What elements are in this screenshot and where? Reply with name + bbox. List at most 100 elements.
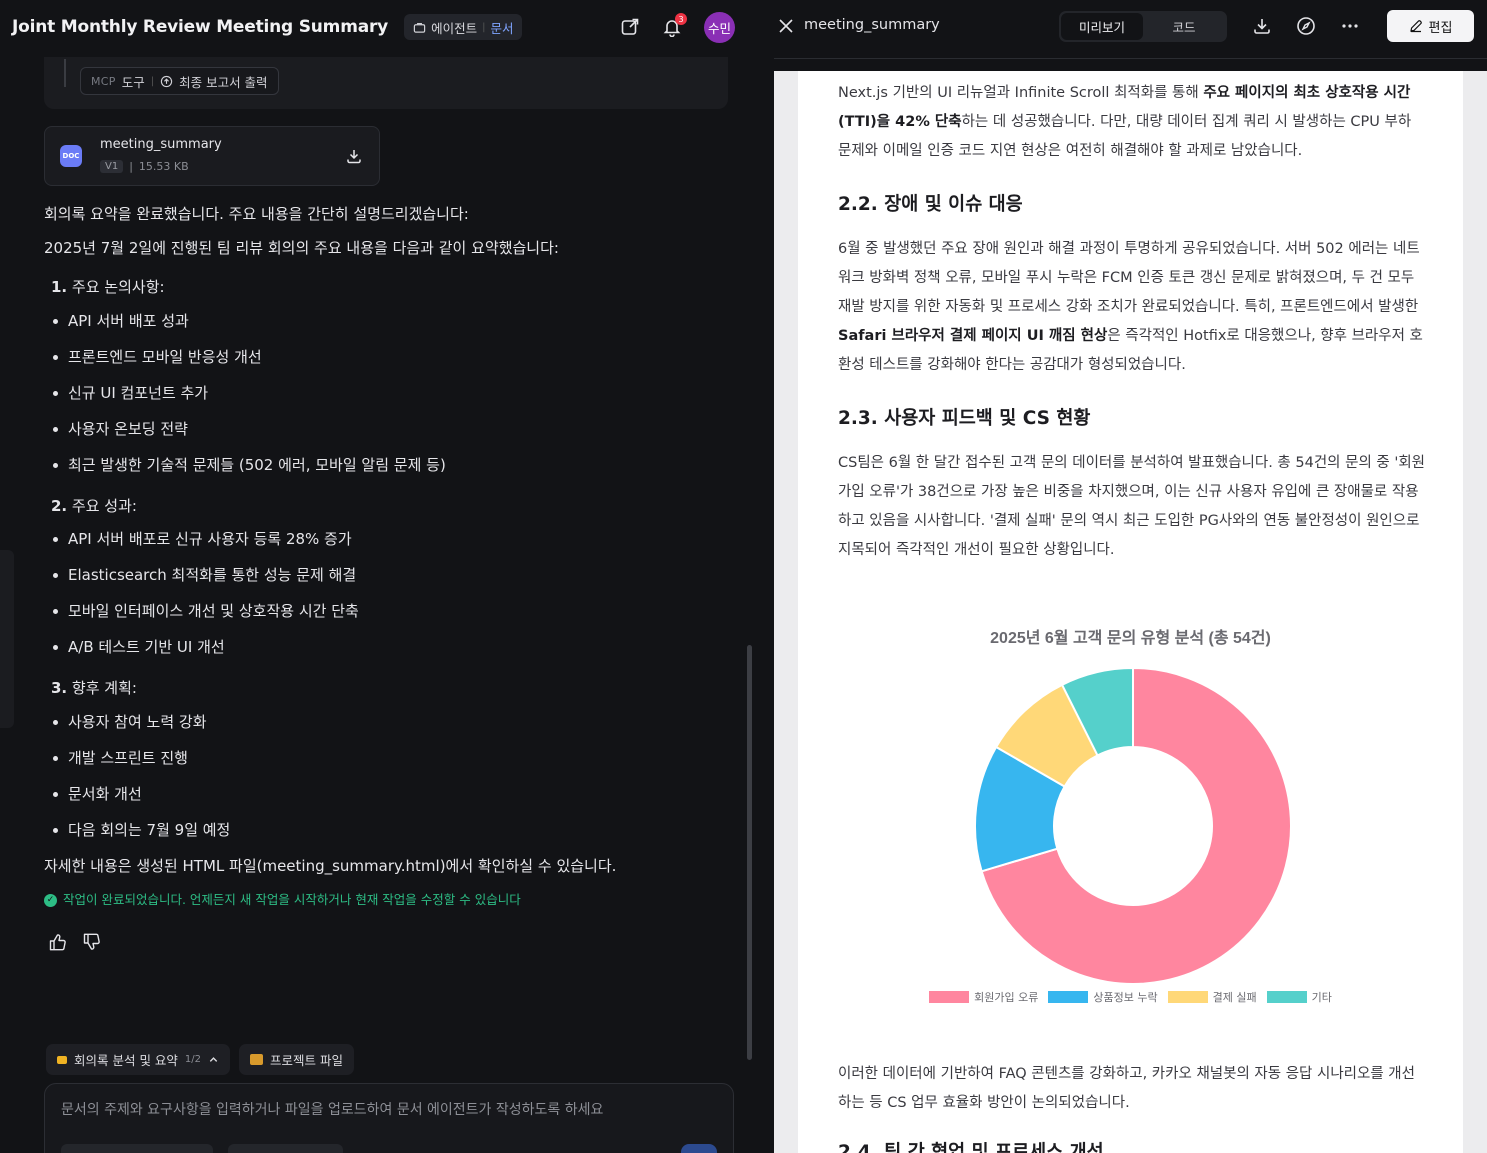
list-item: API 서버 배포로 신규 사용자 등록 28% 증가 bbox=[44, 528, 724, 564]
folder-icon bbox=[250, 1054, 264, 1065]
legend-item[interactable]: 기타 bbox=[1266, 989, 1332, 1005]
avatar[interactable]: 수민 bbox=[704, 11, 735, 43]
tab-preview[interactable]: 미리보기 bbox=[1061, 13, 1143, 40]
chart-title: 2025년 6월 고객 문의 유형 분석 (총 54건) bbox=[990, 630, 1271, 647]
prompt-input[interactable]: 문서의 주제와 요구사항을 입력하거나 파일을 업로드하여 문서 에이전트가 작… bbox=[61, 1099, 603, 1119]
doc-heading: 2.3. 사용자 피드백 및 CS 현황 bbox=[838, 408, 1091, 429]
check-circle-icon: ✓ bbox=[44, 893, 57, 907]
message-intro: 회의록 요약을 완료했습니다. 주요 내용을 간단히 설명드리겠습니다: bbox=[44, 205, 469, 223]
document-viewport[interactable]: Next.js 기반의 UI 리뉴얼과 Infinite Scroll 최적화를… bbox=[774, 71, 1487, 1153]
chat-header: Joint Monthly Review Meeting Summary 에이전… bbox=[0, 0, 755, 54]
edit-button[interactable]: 편집 bbox=[1387, 10, 1474, 42]
tool-action-label: 최종 보고서 출력 bbox=[179, 74, 268, 90]
file-card[interactable]: DOC meeting_summary V1 | 15.53 KB bbox=[44, 126, 380, 186]
notification-bell-icon[interactable]: 3 bbox=[662, 13, 687, 37]
task-chip-label: 회의록 분석 및 요약 bbox=[74, 1053, 178, 1068]
list-item: 사용자 온보딩 전략 bbox=[44, 418, 724, 454]
task-icon bbox=[57, 1055, 67, 1064]
doc-paragraph: 이러한 데이터에 기반하여 FAQ 콘텐츠를 강화하고, 카카오 채널봇의 자동… bbox=[838, 1066, 1415, 1111]
tab-code[interactable]: 코드 bbox=[1143, 13, 1225, 40]
chip-separator: | bbox=[150, 75, 155, 87]
list-item: 사용자 참여 노력 강화 bbox=[44, 711, 724, 747]
section-list: API 서버 배포 성과 프론트엔드 모바일 반응성 개선 신규 UI 컴포넌트… bbox=[44, 310, 724, 490]
status-text: 작업이 완료되었습니다. 언제든지 새 작업을 시작하거나 현재 작업을 수정할… bbox=[63, 892, 521, 907]
section-heading: 1. 주요 논의사항: bbox=[51, 278, 165, 296]
section-list: 사용자 참여 노력 강화 개발 스프린트 진행 문서화 개선 다음 회의는 7월… bbox=[44, 711, 724, 855]
file-size: 15.53 KB bbox=[138, 160, 189, 173]
list-item: 모바일 인터페이스 개선 및 상호작용 시간 단축 bbox=[44, 600, 724, 636]
project-files-chip[interactable]: 프로젝트 파일 bbox=[239, 1044, 354, 1075]
file-meta: V1 | 15.53 KB bbox=[100, 160, 189, 173]
list-item: 다음 회의는 7월 9일 예정 bbox=[44, 819, 724, 855]
message-intro-2: 2025년 7월 2일에 진행된 팀 리뷰 회의의 주요 내용을 다음과 같이 … bbox=[44, 238, 559, 257]
close-icon[interactable] bbox=[778, 17, 794, 39]
list-item: 문서화 개선 bbox=[44, 783, 724, 819]
list-item: 프론트엔드 모바일 반응성 개선 bbox=[44, 346, 724, 382]
thumbs-down-icon[interactable] bbox=[82, 932, 102, 959]
list-item: Elasticsearch 최적화를 통한 성능 문제 해결 bbox=[44, 564, 724, 600]
legend-label: 결제 실패 bbox=[1212, 991, 1257, 1004]
agent-type-chip[interactable]: 에이전트 | 문서 bbox=[404, 14, 523, 40]
legend-item[interactable]: 회원가입 오류 bbox=[929, 989, 1038, 1005]
agent-label: 에이전트 bbox=[431, 20, 478, 36]
task-chip[interactable]: 회의록 분석 및 요약 1/2 bbox=[46, 1044, 231, 1075]
edit-label: 편집 bbox=[1428, 20, 1453, 36]
agent-type-label: 문서 bbox=[490, 20, 514, 36]
legend-swatch bbox=[1167, 991, 1208, 1003]
meta-separator: | bbox=[129, 160, 133, 173]
completion-status: ✓ 작업이 완료되었습니다. 언제든지 새 작업을 시작하거나 현재 작업을 수… bbox=[44, 891, 724, 910]
legend-item[interactable]: 결제 실패 bbox=[1167, 989, 1257, 1005]
doc-heading: 2.2. 장애 및 이슈 대응 bbox=[838, 194, 1023, 215]
header-divider bbox=[774, 58, 1487, 59]
legend-swatch bbox=[1266, 991, 1307, 1003]
notification-badge: 3 bbox=[675, 13, 687, 25]
preview-panel: meeting_summary 미리보기 코드 편집 Next.js 기반의 U… bbox=[755, 0, 1487, 1153]
list-item: 개발 스프린트 진행 bbox=[44, 747, 724, 783]
input-option-button[interactable] bbox=[61, 1144, 213, 1153]
download-icon[interactable] bbox=[1252, 16, 1272, 40]
export-icon bbox=[160, 75, 173, 87]
task-count: 1/2 bbox=[184, 1054, 202, 1065]
section-list: API 서버 배포로 신규 사용자 등록 28% 증가 Elasticsearc… bbox=[44, 528, 724, 672]
file-name: meeting_summary bbox=[100, 137, 222, 152]
thumbs-up-icon[interactable] bbox=[48, 932, 68, 959]
tool-step-chip[interactable]: MCP 도구 | 최종 보고서 출력 bbox=[80, 67, 279, 95]
donut-chart bbox=[974, 666, 1292, 985]
legend-swatch bbox=[929, 991, 970, 1003]
section-heading: 2. 주요 성과: bbox=[51, 496, 137, 515]
doc-heading: 2.4. 팀 간 협업 및 프로세스 개선 bbox=[838, 1142, 1104, 1153]
doc-paragraph: 6월 중 발생했던 주요 장애 원인과 해결 과정이 투명하게 공유되었습니다.… bbox=[838, 241, 1423, 373]
send-button[interactable] bbox=[681, 1144, 717, 1153]
prompt-input-box[interactable]: 문서의 주제와 요구사항을 입력하거나 파일을 업로드하여 문서 에이전트가 작… bbox=[44, 1083, 734, 1153]
list-item: 최근 발생한 기술적 문제들 (502 에러, 모바일 알림 문제 등) bbox=[44, 454, 724, 490]
doc-paragraph: CS팀은 6월 한 달간 접수된 고객 문의 데이터를 분석하여 발표했습니다.… bbox=[838, 455, 1426, 558]
view-toggle: 미리보기 코드 bbox=[1059, 11, 1227, 42]
compass-icon[interactable] bbox=[1296, 16, 1316, 40]
briefcase-icon bbox=[413, 22, 426, 33]
legend-item[interactable]: 상품정보 누락 bbox=[1048, 989, 1158, 1005]
preview-file-name: meeting_summary bbox=[804, 17, 940, 33]
side-drawer-handle[interactable] bbox=[0, 550, 14, 728]
doc-file-icon: DOC bbox=[60, 145, 82, 167]
share-icon[interactable] bbox=[620, 17, 640, 37]
tool-step-box: MCP 도구 | 최종 보고서 출력 bbox=[44, 57, 728, 109]
page-title: Joint Monthly Review Meeting Summary bbox=[12, 17, 389, 37]
chart-legend: 회원가입 오류 상품정보 누락 결제 실패 기타 bbox=[798, 989, 1463, 1005]
legend-label: 상품정보 누락 bbox=[1093, 991, 1158, 1004]
feedback-buttons bbox=[44, 932, 724, 959]
tool-label: 도구 bbox=[121, 74, 145, 90]
input-option-button[interactable] bbox=[228, 1144, 343, 1153]
legend-label: 기타 bbox=[1311, 991, 1332, 1004]
context-chips: 회의록 분석 및 요약 1/2 프로젝트 파일 bbox=[46, 1044, 354, 1075]
legend-label: 회원가입 오류 bbox=[974, 991, 1039, 1004]
document-page: Next.js 기반의 UI 리뉴얼과 Infinite Scroll 최적화를… bbox=[798, 71, 1463, 1153]
doc-paragraph: Next.js 기반의 UI 리뉴얼과 Infinite Scroll 최적화를… bbox=[838, 85, 1412, 159]
chat-scrollbar[interactable] bbox=[747, 645, 752, 1060]
download-icon[interactable] bbox=[345, 147, 363, 169]
pencil-icon bbox=[1409, 20, 1422, 33]
file-version: V1 bbox=[100, 160, 124, 173]
assistant-message: 회의록 요약을 완료했습니다. 주요 내용을 간단히 설명드리겠습니다: 202… bbox=[44, 203, 724, 958]
more-options-icon[interactable] bbox=[1340, 16, 1360, 40]
chip-separator: | bbox=[482, 21, 486, 33]
message-closing: 자세한 내용은 생성된 HTML 파일(meeting_summary.html… bbox=[44, 856, 617, 875]
